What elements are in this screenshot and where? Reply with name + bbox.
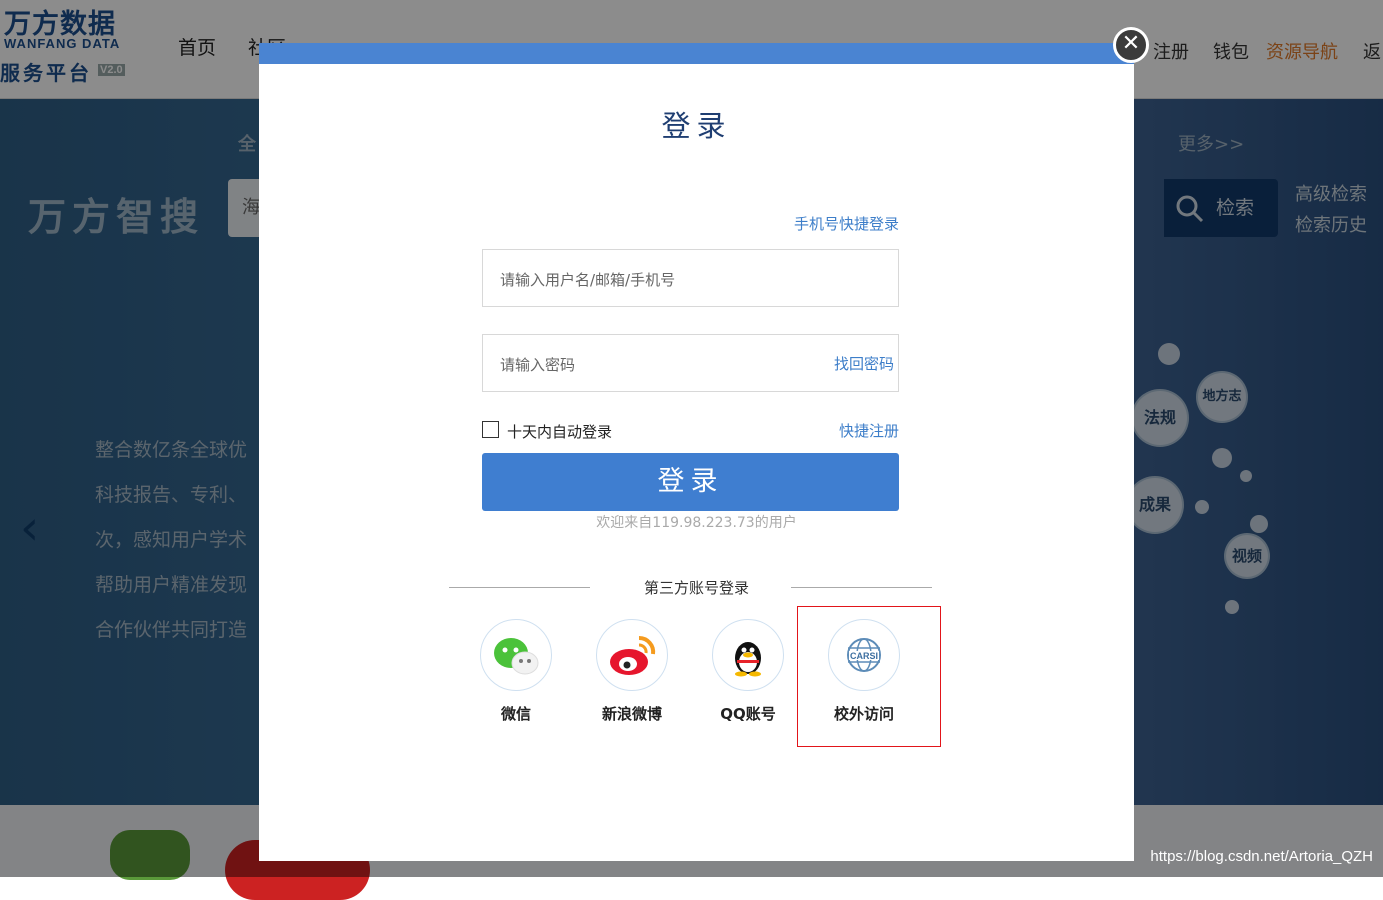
close-icon[interactable]: ✕ <box>1113 27 1149 63</box>
quick-register-link[interactable]: 快捷注册 <box>839 420 899 441</box>
username-placeholder: 请输入用户名/邮箱/手机号 <box>500 271 676 289</box>
weibo-login[interactable]: 新浪微博 <box>594 619 670 724</box>
username-field[interactable]: 请输入用户名/邮箱/手机号 <box>482 249 899 307</box>
weibo-icon <box>596 619 668 691</box>
qq-label: QQ账号 <box>720 705 776 723</box>
forgot-password-link[interactable]: 找回密码 <box>834 353 894 374</box>
password-placeholder: 请输入密码 <box>500 356 576 374</box>
password-field[interactable]: 请输入密码 找回密码 <box>482 334 899 392</box>
welcome-text: 欢迎来自119.98.223.73的用户 <box>596 515 797 531</box>
wechat-icon <box>480 619 552 691</box>
remember-label[interactable]: 十天内自动登录 <box>507 421 612 442</box>
watermark: https://blog.csdn.net/Artoria_QZH <box>1150 848 1373 865</box>
login-modal: 登录 手机号快捷登录 请输入用户名/邮箱/手机号 请输入密码 找回密码 十天内自… <box>259 43 1134 861</box>
third-party-title: 第三方账号登录 <box>643 579 749 597</box>
qq-icon <box>712 619 784 691</box>
modal-top-bar <box>259 43 1134 64</box>
login-button[interactable]: 登录 <box>482 453 899 511</box>
wechat-login[interactable]: 微信 <box>478 619 554 724</box>
highlight-box <box>797 606 941 747</box>
qq-login[interactable]: QQ账号 <box>710 619 786 724</box>
wechat-label: 微信 <box>500 705 531 723</box>
phone-login-link[interactable]: 手机号快捷登录 <box>794 213 899 234</box>
modal-title: 登录 <box>661 109 732 143</box>
weibo-label: 新浪微博 <box>601 705 662 723</box>
remember-checkbox[interactable] <box>482 421 499 438</box>
